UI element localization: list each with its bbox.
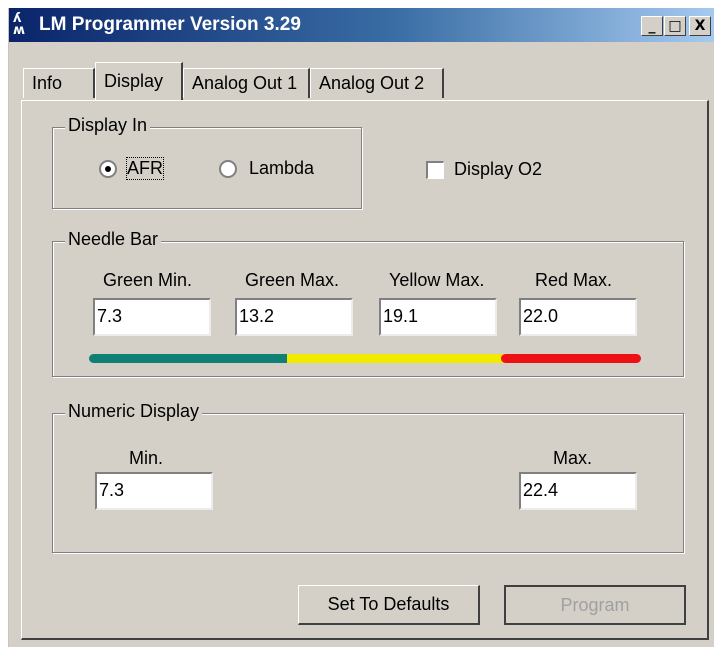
- numeric-min-input[interactable]: 7.3: [95, 472, 213, 510]
- minimize-button[interactable]: _: [641, 16, 663, 36]
- tab-display[interactable]: Display: [95, 62, 183, 100]
- numeric-max-input[interactable]: 22.4: [519, 472, 637, 510]
- red-max-input[interactable]: 22.0: [519, 298, 637, 336]
- display-in-legend: Display In: [65, 115, 151, 136]
- maximize-button[interactable]: □: [664, 16, 686, 36]
- window-title: LM Programmer Version 3.29: [39, 14, 301, 35]
- display-tab-page: Display In AFR Lambda Display O2 Needle …: [21, 100, 709, 640]
- needle-bar-group: Needle Bar Green Min. Green Max. Yellow …: [52, 229, 684, 377]
- red-max-label: Red Max.: [535, 270, 613, 290]
- yellow-max-input[interactable]: 19.1: [379, 298, 497, 336]
- display-o2-label[interactable]: Display O2: [454, 159, 542, 180]
- app-window: ʎʍ LM Programmer Version 3.29 _ □ X Info…: [8, 8, 714, 647]
- lambda-label[interactable]: Lambda: [249, 158, 314, 179]
- afr-radio[interactable]: [99, 160, 117, 178]
- close-button[interactable]: X: [689, 16, 711, 36]
- numeric-max-label: Max.: [553, 448, 593, 468]
- green-min-input[interactable]: 7.3: [93, 298, 211, 336]
- display-in-group: Display In AFR Lambda: [52, 115, 362, 209]
- program-button[interactable]: Program: [504, 585, 686, 625]
- display-o2-checkbox[interactable]: [426, 161, 444, 179]
- tab-analog-out-1[interactable]: Analog Out 1: [183, 68, 310, 98]
- title-bar[interactable]: ʎʍ LM Programmer Version 3.29 _ □ X: [9, 8, 714, 42]
- tab-analog-out-2[interactable]: Analog Out 2: [310, 68, 444, 98]
- green-min-label: Green Min.: [103, 270, 193, 290]
- needle-bar-green-segment: [89, 354, 293, 363]
- numeric-display-legend: Numeric Display: [65, 401, 203, 422]
- needle-bar-red-segment: [501, 354, 641, 363]
- green-max-input[interactable]: 13.2: [235, 298, 353, 336]
- afr-label[interactable]: AFR: [126, 157, 164, 180]
- green-max-label: Green Max.: [245, 270, 340, 290]
- app-logo-icon: ʎʍ: [13, 11, 26, 38]
- needle-bar-yellow-segment: [287, 354, 507, 363]
- lambda-radio[interactable]: [219, 160, 237, 178]
- tab-info[interactable]: Info: [23, 68, 95, 98]
- yellow-max-label: Yellow Max.: [389, 270, 485, 290]
- numeric-display-group: Numeric Display Min. 7.3 Max. 22.4: [52, 401, 684, 553]
- needle-bar-legend: Needle Bar: [65, 229, 162, 250]
- numeric-min-label: Min.: [129, 448, 164, 468]
- set-to-defaults-button[interactable]: Set To Defaults: [298, 585, 480, 625]
